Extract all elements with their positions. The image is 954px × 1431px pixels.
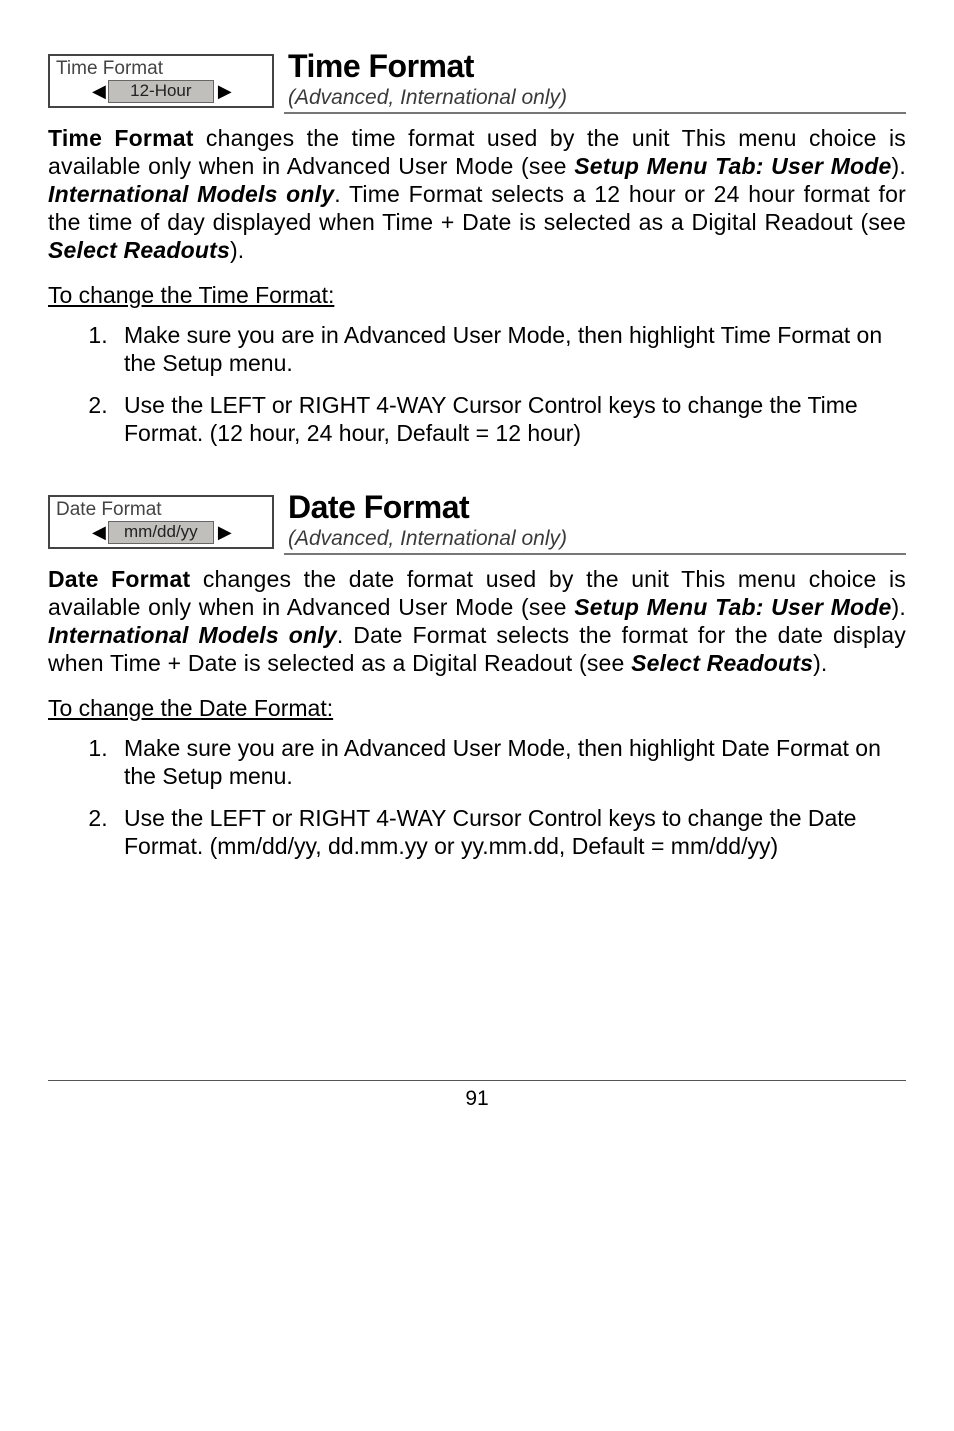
section-1-paragraph: Time Format changes the time format used…	[48, 124, 906, 264]
ref-term: International Models only	[48, 622, 337, 648]
section-2-subheading: To change the Date Format:	[48, 695, 906, 722]
lead-term: Time Format	[48, 125, 194, 151]
title-block: Time Format (Advanced, International onl…	[288, 50, 906, 110]
title-block: Date Format (Advanced, International onl…	[288, 491, 906, 551]
heading-rule	[284, 553, 906, 555]
arrow-right-icon: ▶	[218, 523, 232, 541]
section-subtitle: (Advanced, International only)	[288, 527, 906, 551]
section-heading: Date Format	[288, 491, 906, 525]
arrow-right-icon: ▶	[218, 82, 232, 100]
list-item: Use the LEFT or RIGHT 4-WAY Cursor Contr…	[114, 391, 906, 447]
list-item: Use the LEFT or RIGHT 4-WAY Cursor Contr…	[114, 804, 906, 860]
lead-term: Date Format	[48, 566, 190, 592]
para-text: ).	[892, 153, 906, 179]
ref-term: Setup Menu Tab: User Mode	[574, 153, 891, 179]
section-1-subheading: To change the Time Format:	[48, 282, 906, 309]
para-text: ).	[892, 594, 906, 620]
footer-rule	[48, 1080, 906, 1081]
ui-box-control: ◀ mm/dd/yy ▶	[50, 521, 272, 547]
ref-term: Select Readouts	[48, 237, 230, 263]
section-2-paragraph: Date Format changes the date format used…	[48, 565, 906, 677]
para-text: ).	[230, 237, 244, 263]
ref-term: International Models only	[48, 181, 334, 207]
heading-rule	[284, 112, 906, 114]
ui-box-control: ◀ 12-Hour ▶	[50, 80, 272, 106]
time-format-ui-box: Time Format ◀ 12-Hour ▶	[48, 54, 274, 108]
section-heading: Time Format	[288, 50, 906, 84]
section-2-header: Date Format ◀ mm/dd/yy ▶ Date Format (Ad…	[48, 491, 906, 551]
ui-value: mm/dd/yy	[108, 521, 214, 544]
page-footer: 91	[48, 1080, 906, 1111]
section-2-steps: Make sure you are in Advanced User Mode,…	[48, 734, 906, 860]
list-item: Make sure you are in Advanced User Mode,…	[114, 734, 906, 790]
section-1-header: Time Format ◀ 12-Hour ▶ Time Format (Adv…	[48, 50, 906, 110]
section-1-steps: Make sure you are in Advanced User Mode,…	[48, 321, 906, 447]
page-number: 91	[48, 1087, 906, 1111]
ui-box-title: Time Format	[50, 56, 272, 80]
para-text: ).	[813, 650, 827, 676]
ui-box-title: Date Format	[50, 497, 272, 521]
list-item: Make sure you are in Advanced User Mode,…	[114, 321, 906, 377]
arrow-left-icon: ◀	[92, 82, 106, 100]
ui-value: 12-Hour	[108, 80, 214, 103]
section-subtitle: (Advanced, International only)	[288, 86, 906, 110]
arrow-left-icon: ◀	[92, 523, 106, 541]
ref-term: Select Readouts	[631, 650, 813, 676]
ref-term: Setup Menu Tab: User Mode	[574, 594, 891, 620]
date-format-ui-box: Date Format ◀ mm/dd/yy ▶	[48, 495, 274, 549]
